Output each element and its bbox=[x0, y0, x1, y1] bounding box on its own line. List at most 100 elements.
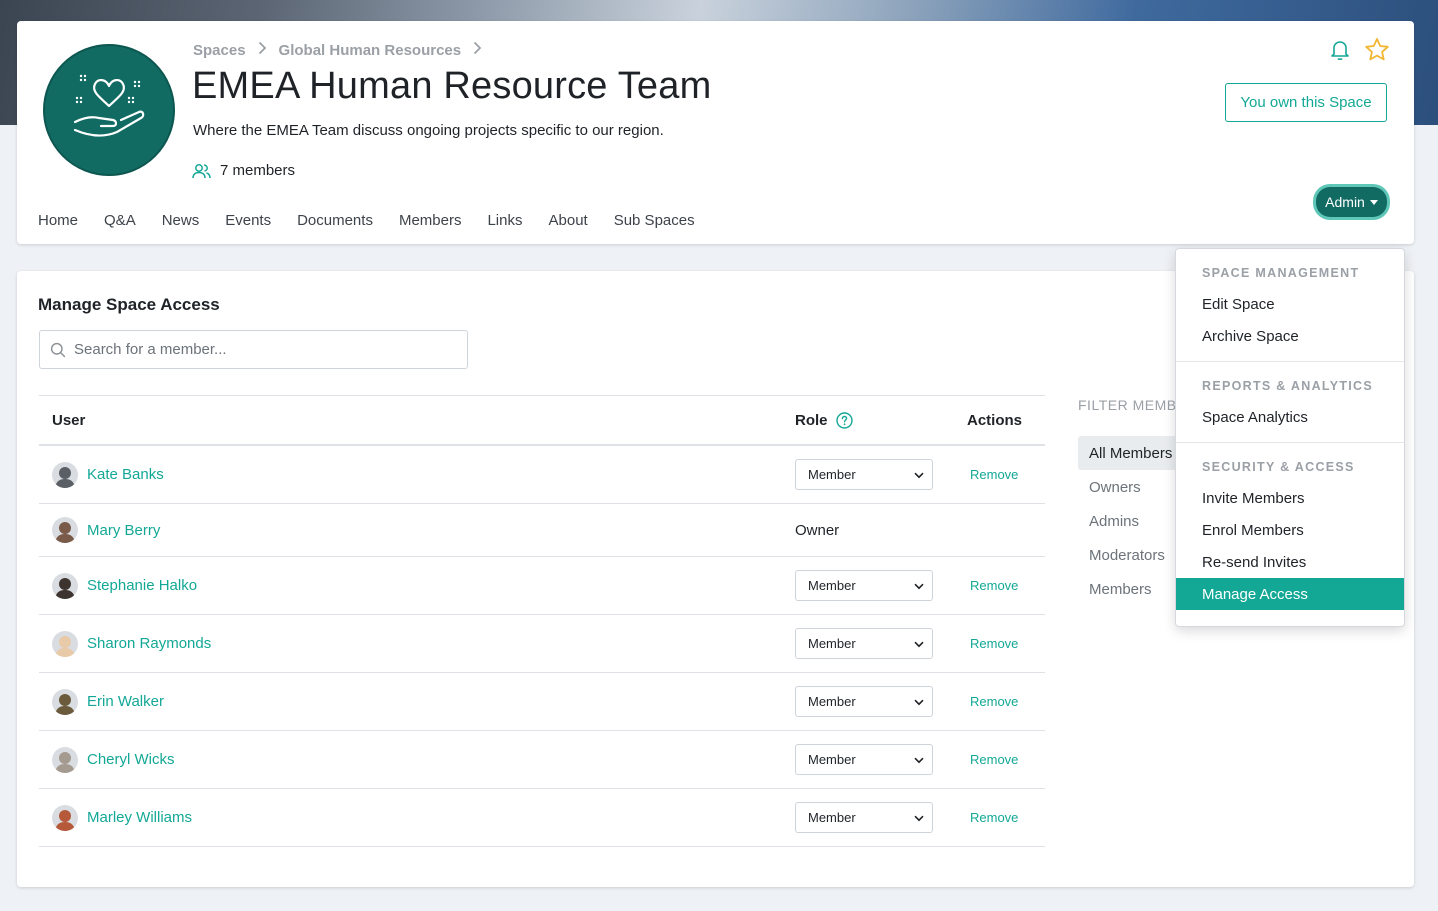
menu-header-space-management: SPACE MANAGEMENT bbox=[1202, 266, 1360, 280]
tab-news[interactable]: News bbox=[162, 212, 200, 229]
space-logo bbox=[43, 44, 175, 176]
member-name-link[interactable]: Mary Berry bbox=[87, 522, 160, 539]
users-icon bbox=[192, 163, 211, 178]
role-select[interactable]: Member bbox=[795, 802, 933, 833]
role-text: Owner bbox=[795, 521, 840, 539]
tab-documents[interactable]: Documents bbox=[297, 212, 373, 229]
member-name-link[interactable]: Marley Williams bbox=[87, 809, 192, 826]
remove-link[interactable]: Remove bbox=[970, 810, 1018, 825]
remove-link[interactable]: Remove bbox=[970, 467, 1018, 482]
chevron-down-icon bbox=[914, 752, 924, 767]
section-title: Manage Space Access bbox=[38, 295, 220, 314]
menu-header-security: SECURITY & ACCESS bbox=[1202, 460, 1355, 474]
member-name-link[interactable]: Kate Banks bbox=[87, 466, 164, 483]
avatar[interactable] bbox=[52, 461, 78, 488]
members-table: User Role Actions Kate Banks Member Remove… bbox=[39, 395, 1045, 847]
chevron-down-icon bbox=[914, 694, 924, 709]
search-input[interactable] bbox=[74, 341, 454, 358]
tab-links[interactable]: Links bbox=[487, 212, 522, 229]
own-space-button[interactable]: You own this Space bbox=[1225, 83, 1387, 122]
space-header: Spaces Global Human Resources EMEA Human… bbox=[17, 21, 1414, 244]
members-count-label: 7 members bbox=[220, 162, 296, 179]
col-user: User bbox=[52, 411, 86, 429]
menu-invite-members[interactable]: Invite Members bbox=[1176, 482, 1404, 514]
chevron-right-icon bbox=[258, 41, 267, 60]
menu-header-reports: REPORTS & ANALYTICS bbox=[1202, 379, 1374, 393]
chevron-right-icon bbox=[473, 41, 482, 60]
role-select[interactable]: Member bbox=[795, 744, 933, 775]
members-count[interactable]: 7 members bbox=[192, 162, 295, 179]
role-select[interactable]: Member bbox=[795, 459, 933, 490]
col-role: Role bbox=[795, 412, 853, 429]
chevron-down-icon bbox=[914, 636, 924, 651]
filter-members-label: FILTER MEMBERS bbox=[1078, 397, 1178, 413]
avatar[interactable] bbox=[52, 630, 78, 657]
role-select[interactable]: Member bbox=[795, 570, 933, 601]
role-select-value: Member bbox=[808, 578, 856, 593]
menu-enrol-members[interactable]: Enrol Members bbox=[1176, 514, 1404, 546]
remove-link[interactable]: Remove bbox=[970, 578, 1018, 593]
page-title: EMEA Human Resource Team bbox=[192, 65, 712, 107]
table-row: Cheryl Wicks Member Remove bbox=[39, 731, 1045, 789]
role-select-value: Member bbox=[808, 467, 856, 482]
member-name-link[interactable]: Cheryl Wicks bbox=[87, 751, 175, 768]
chevron-down-icon bbox=[914, 578, 924, 593]
role-select-value: Member bbox=[808, 694, 856, 709]
table-header: User Role Actions bbox=[39, 395, 1045, 446]
heart-hand-icon bbox=[73, 74, 145, 137]
menu-divider bbox=[1176, 442, 1404, 443]
avatar[interactable] bbox=[52, 804, 78, 831]
col-actions: Actions bbox=[967, 411, 1023, 429]
menu-space-analytics[interactable]: Space Analytics bbox=[1176, 401, 1404, 433]
menu-divider bbox=[1176, 361, 1404, 362]
admin-button-label: Admin bbox=[1325, 194, 1365, 210]
star-icon[interactable] bbox=[1364, 37, 1390, 62]
role-select-value: Member bbox=[808, 636, 856, 651]
remove-link[interactable]: Remove bbox=[970, 636, 1018, 651]
admin-dropdown-menu: SPACE MANAGEMENT Edit Space Archive Spac… bbox=[1175, 248, 1405, 627]
admin-dropdown-button[interactable]: Admin bbox=[1316, 187, 1387, 217]
member-name-link[interactable]: Sharon Raymonds bbox=[87, 635, 211, 652]
role-select[interactable]: Member bbox=[795, 686, 933, 717]
bell-icon[interactable] bbox=[1330, 39, 1350, 61]
search-box bbox=[39, 330, 468, 369]
member-name-link[interactable]: Stephanie Halko bbox=[87, 577, 197, 594]
avatar[interactable] bbox=[52, 517, 78, 543]
chevron-down-icon bbox=[914, 810, 924, 825]
breadcrumb-global-hr[interactable]: Global Human Resources bbox=[279, 42, 462, 59]
tab-qa[interactable]: Q&A bbox=[104, 212, 136, 229]
table-row: Erin Walker Member Remove bbox=[39, 673, 1045, 731]
space-description: Where the EMEA Team discuss ongoing proj… bbox=[193, 122, 664, 139]
menu-manage-access[interactable]: Manage Access bbox=[1176, 578, 1404, 610]
role-select-value: Member bbox=[808, 810, 856, 825]
menu-edit-space[interactable]: Edit Space bbox=[1176, 288, 1404, 320]
avatar[interactable] bbox=[52, 746, 78, 773]
role-select-value: Member bbox=[808, 752, 856, 767]
role-select[interactable]: Member bbox=[795, 628, 933, 659]
table-row: Marley Williams Member Remove bbox=[39, 789, 1045, 847]
tab-about[interactable]: About bbox=[549, 212, 588, 229]
member-name-link[interactable]: Erin Walker bbox=[87, 693, 164, 710]
chevron-down-icon bbox=[914, 467, 924, 482]
tab-home[interactable]: Home bbox=[38, 212, 78, 229]
remove-link[interactable]: Remove bbox=[970, 694, 1018, 709]
menu-resend-invites[interactable]: Re-send Invites bbox=[1176, 546, 1404, 578]
breadcrumb-spaces[interactable]: Spaces bbox=[193, 42, 246, 59]
table-row: Sharon Raymonds Member Remove bbox=[39, 615, 1045, 673]
avatar[interactable] bbox=[52, 688, 78, 715]
help-icon[interactable] bbox=[835, 411, 853, 429]
table-body: Kate Banks Member Remove Mary Berry Owner Ste… bbox=[39, 446, 1045, 847]
caret-down-icon bbox=[1369, 199, 1378, 205]
table-row: Mary Berry Owner bbox=[39, 504, 1045, 557]
breadcrumb: Spaces Global Human Resources bbox=[193, 41, 486, 60]
menu-archive-space[interactable]: Archive Space bbox=[1176, 320, 1404, 352]
space-tabs: Home Q&A News Events Documents Members L… bbox=[38, 212, 721, 229]
avatar[interactable] bbox=[52, 572, 78, 599]
col-role-label: Role bbox=[795, 411, 828, 429]
tab-events[interactable]: Events bbox=[225, 212, 271, 229]
search-icon bbox=[50, 342, 66, 357]
tab-members[interactable]: Members bbox=[399, 212, 462, 229]
tab-sub-spaces[interactable]: Sub Spaces bbox=[614, 212, 695, 229]
table-row: Kate Banks Member Remove bbox=[39, 446, 1045, 504]
remove-link[interactable]: Remove bbox=[970, 752, 1018, 767]
